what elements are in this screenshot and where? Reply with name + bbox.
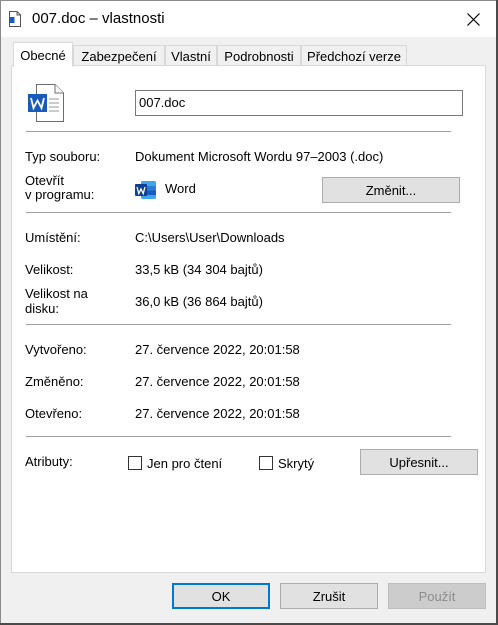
general-panel — [11, 65, 486, 573]
separator — [26, 436, 451, 437]
change-button[interactable]: Změnit... — [322, 177, 460, 203]
accessed-value: 27. července 2022, 20:01:58 — [135, 406, 300, 421]
word-app-icon — [135, 181, 156, 199]
advanced-button[interactable]: Upřesnit... — [360, 449, 478, 475]
close-button[interactable] — [450, 1, 497, 37]
created-value: 27. července 2022, 20:01:58 — [135, 342, 300, 357]
tab-details[interactable]: Podrobnosti — [217, 45, 301, 66]
accessed-label: Otevřeno: — [25, 406, 83, 421]
hidden-label: Skrytý — [278, 456, 315, 471]
document-icon — [9, 11, 21, 27]
size-on-disk-value: 36,0 kB (36 864 bajtů) — [135, 294, 263, 309]
size-on-disk-label-line2: disku: — [25, 301, 59, 316]
location-value: C:\Users\User\Downloads — [135, 230, 285, 245]
read-only-label: Jen pro čtení — [147, 456, 223, 471]
size-on-disk-label-line1: Velikost na — [25, 286, 88, 301]
cancel-button[interactable]: Zrušit — [280, 583, 378, 609]
separator — [26, 212, 451, 213]
opens-with-label-line1: Otevřít — [25, 173, 65, 188]
location-label: Umístění: — [25, 230, 81, 245]
modified-value: 27. července 2022, 20:01:58 — [135, 374, 300, 389]
tab-security[interactable]: Zabezpečení — [73, 45, 165, 66]
tab-general[interactable]: Obecné — [13, 42, 73, 67]
close-icon — [467, 12, 480, 26]
ok-button[interactable]: OK — [172, 583, 270, 609]
opens-with-label-line2: v programu: — [25, 187, 95, 202]
opens-with-app: Word — [165, 181, 196, 196]
file-type-value: Dokument Microsoft Wordu 97–2003 (.doc) — [135, 149, 384, 164]
file-name-input[interactable]: 007.doc — [135, 90, 463, 116]
title-bar: 007.doc – vlastnosti — [1, 1, 497, 37]
size-value: 33,5 kB (34 304 bajtů) — [135, 262, 263, 277]
word-document-icon — [28, 84, 64, 122]
window-title: 007.doc – vlastnosti — [32, 10, 165, 27]
size-label: Velikost: — [25, 262, 74, 277]
tab-previous-versions[interactable]: Předchozí verze — [301, 45, 407, 66]
separator — [26, 324, 451, 325]
file-type-label: Typ souboru: — [25, 149, 101, 164]
created-label: Vytvořeno: — [25, 342, 87, 357]
modified-label: Změněno: — [25, 374, 84, 389]
separator — [26, 131, 451, 132]
apply-button[interactable]: Použít — [388, 583, 486, 609]
hidden-checkbox[interactable] — [259, 456, 273, 470]
read-only-checkbox[interactable] — [128, 456, 142, 470]
tab-custom[interactable]: Vlastní — [165, 45, 217, 66]
properties-window: 007.doc – vlastnosti Obecné Zabezpečení … — [0, 0, 498, 625]
attributes-label: Atributy: — [25, 454, 73, 469]
